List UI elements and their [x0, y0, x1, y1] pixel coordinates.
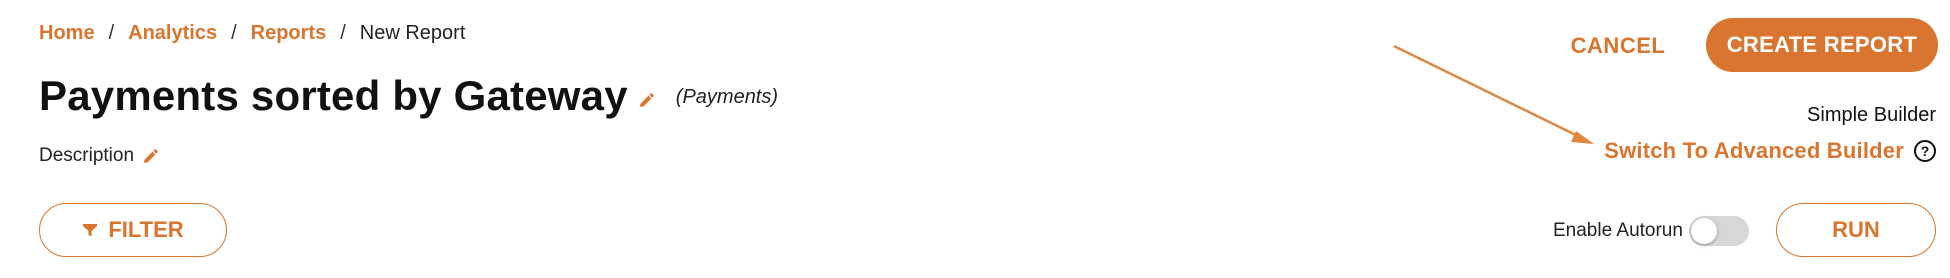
create-report-button[interactable]: CREATE REPORT	[1706, 18, 1938, 72]
breadcrumb-separator: /	[340, 22, 346, 44]
autorun-toggle[interactable]	[1688, 216, 1749, 246]
page-title: Payments sorted by Gateway	[39, 72, 628, 119]
filter-button-label: FILTER	[108, 217, 184, 242]
edit-title-pencil-icon[interactable]	[638, 91, 656, 109]
cancel-button[interactable]: CANCEL	[1556, 28, 1680, 64]
breadcrumb-analytics-link[interactable]: Analytics	[128, 22, 217, 45]
help-question-icon[interactable]: ?	[1914, 140, 1936, 162]
report-source-tag: (Payments)	[675, 85, 779, 108]
funnel-icon	[82, 222, 98, 238]
toggle-knob	[1690, 218, 1717, 244]
autorun-label: Enable Autorun	[1553, 220, 1683, 241]
breadcrumb-separator: /	[231, 22, 237, 44]
description-label: Description	[39, 145, 135, 166]
title-row: Payments sorted by Gateway (Payments)	[39, 72, 778, 120]
description-row: Description	[39, 145, 160, 167]
advanced-builder-row: Switch To Advanced Builder ?	[1604, 138, 1936, 164]
edit-description-pencil-icon[interactable]	[142, 147, 160, 165]
breadcrumb: Home / Analytics / Reports / New Report	[39, 22, 465, 45]
autorun-control: Enable Autorun	[1553, 216, 1749, 246]
breadcrumb-reports-link[interactable]: Reports	[251, 22, 327, 45]
switch-to-advanced-builder-link[interactable]: Switch To Advanced Builder	[1604, 138, 1904, 164]
filter-button[interactable]: FILTER	[39, 203, 227, 257]
run-button[interactable]: RUN	[1776, 203, 1936, 257]
breadcrumb-current: New Report	[359, 22, 466, 44]
breadcrumb-home-link[interactable]: Home	[39, 22, 95, 45]
breadcrumb-separator: /	[108, 22, 115, 44]
builder-mode-label: Simple Builder	[1807, 104, 1936, 126]
run-button-label: RUN	[1832, 217, 1880, 242]
